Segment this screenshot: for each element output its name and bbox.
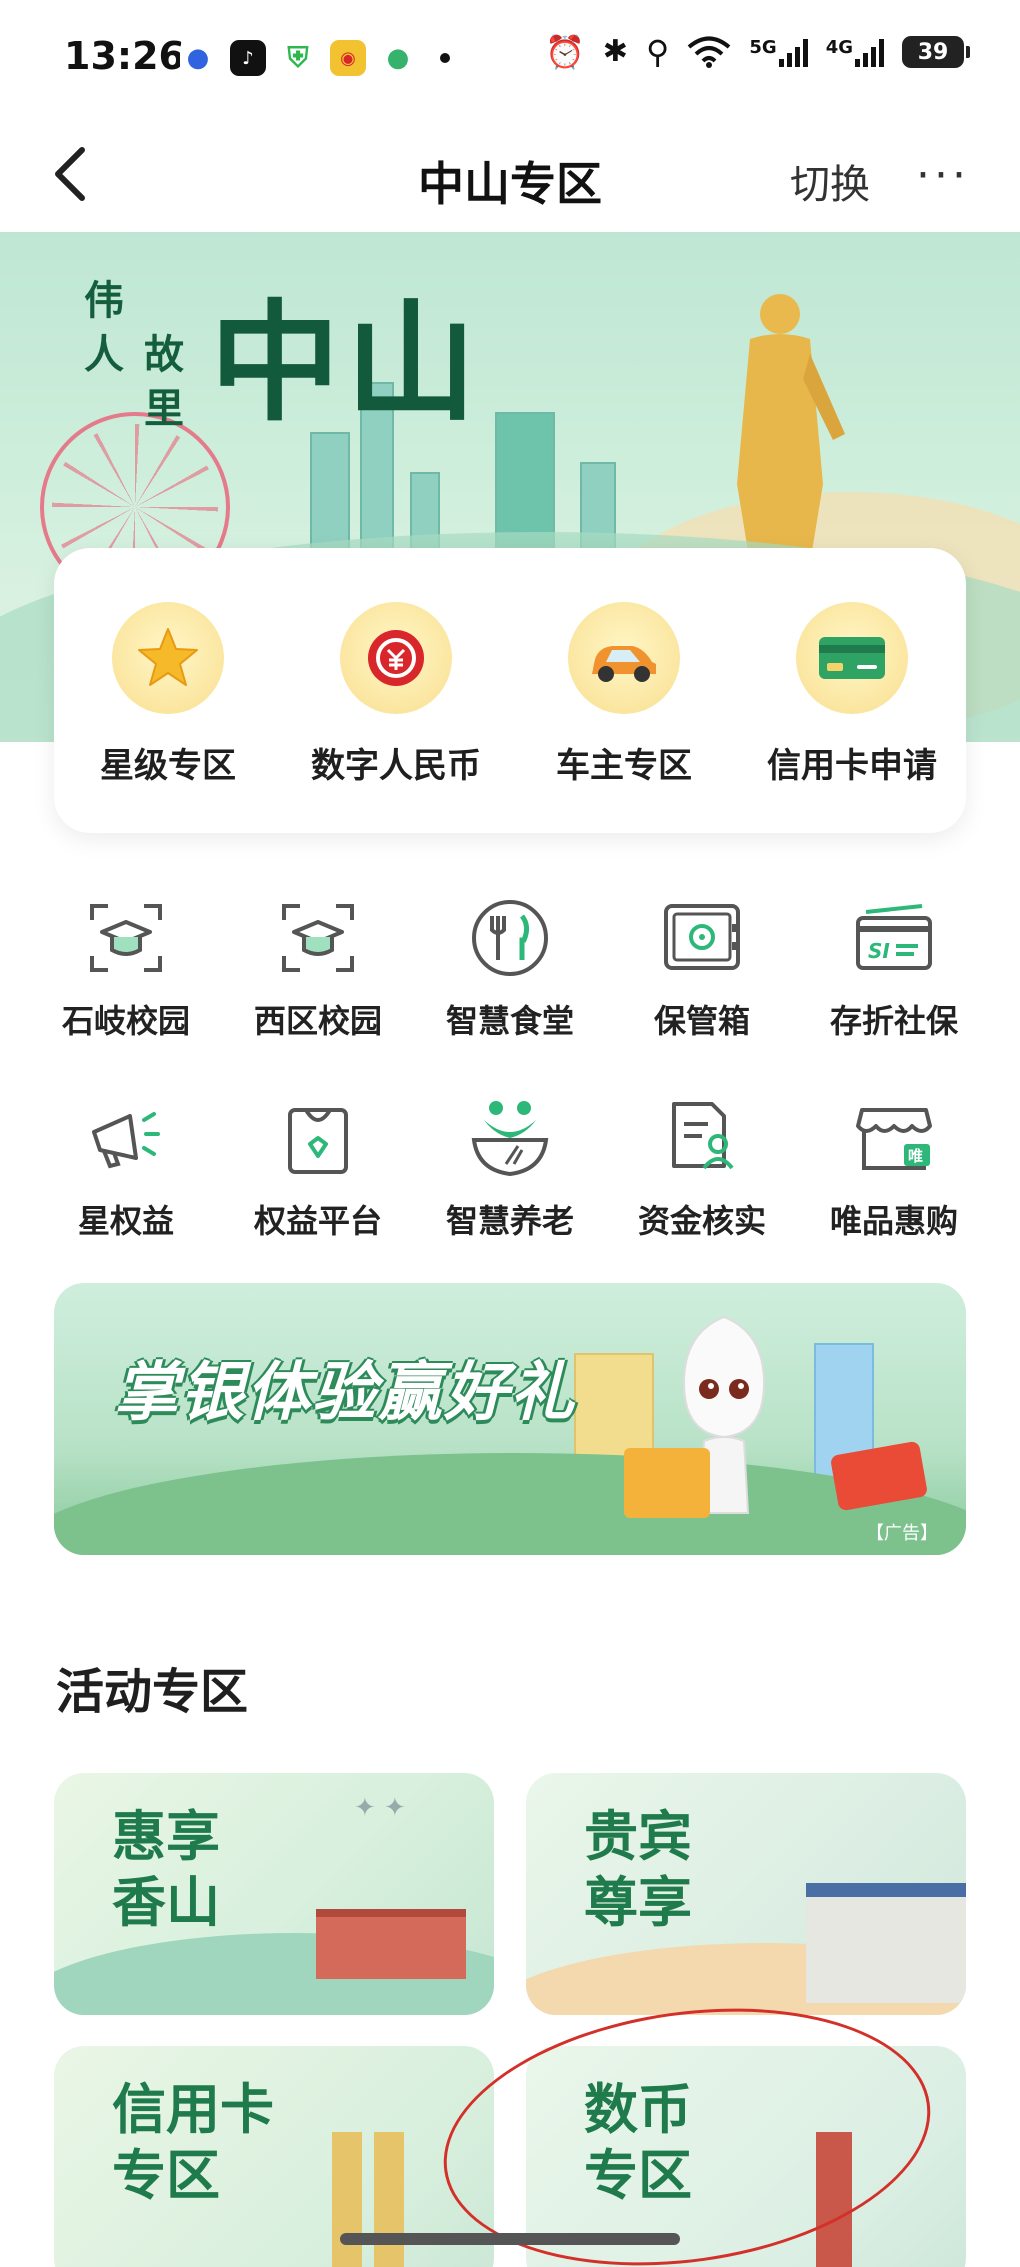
battery-icon: 39: [902, 36, 970, 68]
bluetooth-icon: ✱: [602, 34, 628, 69]
service-benefits-platform[interactable]: 权益平台: [222, 1090, 414, 1242]
service-social-security[interactable]: SI 存折社保: [798, 890, 990, 1042]
location-icon: ⚲: [645, 33, 670, 71]
cellular-4g-icon: 4G: [826, 37, 884, 67]
credit-card-icon: [796, 602, 908, 714]
net-4g-label: 4G: [825, 37, 853, 58]
elderly-care-icon: [462, 1090, 558, 1186]
service-label: 保管箱: [653, 1002, 750, 1040]
social-security-card-icon: SI: [846, 890, 942, 986]
service-smart-elderly-care[interactable]: 智慧养老: [414, 1090, 606, 1242]
svg-text:SI: SI: [868, 939, 890, 963]
activity-card-title: 惠享 香山: [112, 1803, 220, 1935]
gate-illustration: [806, 1883, 966, 2003]
activity-card-vip[interactable]: 贵宾 尊享: [526, 1773, 966, 2015]
wifi-icon: [688, 36, 731, 68]
banner-title: 掌银体验赢好礼: [114, 1356, 576, 1430]
activity-card-title: 贵宾 尊享: [584, 1803, 692, 1935]
activity-card-title-line: 专区: [112, 2143, 220, 2207]
svg-text:唯: 唯: [908, 1147, 923, 1165]
quick-action-star-zone[interactable]: 星级专区: [63, 602, 273, 833]
service-label: 权益平台: [253, 1202, 382, 1240]
hero-title: 中山: [210, 286, 483, 439]
weibo-icon: ◉: [330, 40, 366, 76]
net-5g-label: 5G: [749, 37, 777, 58]
system-status: ⏰ ✱ ⚲ 5G 4G 39: [544, 33, 970, 71]
tower-illustration: [332, 2132, 362, 2267]
service-label: 智慧食堂: [445, 1002, 574, 1040]
nav-bar: 中山专区 切换 ···: [0, 120, 1020, 232]
service-label: 唯品惠购: [829, 1202, 958, 1240]
service-safe-box[interactable]: 保管箱: [606, 890, 798, 1042]
quick-action-credit-card[interactable]: 信用卡申请: [747, 602, 957, 833]
hero-subtitle-char: 人: [84, 331, 124, 378]
tiktok-icon: ♪: [230, 40, 266, 76]
more-button[interactable]: ···: [916, 150, 970, 201]
shield-icon: ⛨: [280, 40, 316, 76]
activity-card-title: 信用卡 专区: [112, 2076, 274, 2208]
service-xiqu-campus[interactable]: 西区校园: [222, 890, 414, 1042]
activity-card-title-line: 信用卡: [112, 2077, 274, 2141]
section-title: 活动专区: [56, 1664, 249, 1720]
hero-subtitle-char: 伟: [84, 277, 124, 324]
service-label: 石岐校园: [61, 1002, 190, 1040]
digital-rmb-icon: [340, 602, 452, 714]
switch-button[interactable]: 切换: [790, 152, 870, 210]
service-label: 存折社保: [829, 1002, 958, 1040]
store-icon: 唯: [846, 1090, 942, 1186]
service-vip-shopping[interactable]: 唯 唯品惠购: [798, 1090, 990, 1242]
service-shiqi-campus[interactable]: 石岐校园: [30, 890, 222, 1042]
tower-illustration: [374, 2132, 404, 2267]
status-time: 13:26: [64, 34, 185, 78]
service-label: 智慧养老: [445, 1202, 574, 1240]
quick-action-digital-rmb[interactable]: 数字人民币: [291, 602, 501, 833]
wechat-mini-icon: ●: [380, 40, 416, 76]
car-icon: [568, 602, 680, 714]
status-bar: 13:26 ● ♪ ⛨ ◉ ● ⏰ ✱ ⚲ 5G 4G 39: [0, 0, 1020, 120]
hero-subtitle-char: 故: [144, 331, 184, 378]
quick-action-label: 信用卡申请: [767, 746, 937, 786]
crane-illustration: ✦ ✦: [354, 1793, 406, 1823]
service-star-benefits[interactable]: 星权益: [30, 1090, 222, 1242]
activity-card-title-line: 贵宾: [584, 1804, 692, 1868]
campus-cap-icon: [270, 890, 366, 986]
star-icon: [112, 602, 224, 714]
service-label: 资金核实: [637, 1202, 766, 1240]
baidu-icon: ●: [180, 40, 216, 76]
activity-card-title-line: 惠享: [112, 1804, 220, 1868]
activity-card-xiangshan[interactable]: ✦ ✦ 惠享 香山: [54, 1773, 494, 2015]
ad-label: 【广告】: [866, 1523, 938, 1544]
quick-action-label: 数字人民币: [311, 746, 481, 786]
service-grid: 石岐校园 西区校园 智慧食堂 保管箱 SI 存折社保 星权益 权益平台 智慧养老…: [30, 890, 990, 1242]
activity-card-title-line: 尊享: [584, 1870, 692, 1934]
quick-action-label: 星级专区: [100, 746, 236, 786]
quick-action-car-owner[interactable]: 车主专区: [519, 602, 729, 833]
alarm-icon: ⏰: [544, 33, 585, 71]
fork-knife-icon: [462, 890, 558, 986]
safe-box-icon: [654, 890, 750, 986]
service-label: 星权益: [77, 1202, 174, 1240]
home-indicator[interactable]: [340, 2233, 680, 2245]
more-notifications-dot: [440, 53, 450, 63]
service-fund-verification[interactable]: 资金核实: [606, 1090, 798, 1242]
megaphone-icon: [78, 1090, 174, 1186]
activity-card-title-line: 香山: [112, 1870, 220, 1934]
service-smart-canteen[interactable]: 智慧食堂: [414, 890, 606, 1042]
service-label: 西区校园: [253, 1002, 382, 1040]
historic-building-illustration: [316, 1909, 466, 1979]
quick-actions-card: 星级专区 数字人民币 车主专区 信用卡申请: [54, 548, 966, 833]
document-user-icon: [654, 1090, 750, 1186]
battery-level: 39: [917, 39, 949, 65]
cellular-5g-icon: 5G: [749, 37, 808, 67]
campus-cap-icon: [78, 890, 174, 986]
gift-box-illustration: [624, 1448, 710, 1518]
promo-banner[interactable]: 掌银体验赢好礼 【广告】: [54, 1283, 966, 1555]
notification-icons: ● ♪ ⛨ ◉ ●: [180, 40, 450, 76]
hero-subtitle-char: 里: [144, 385, 184, 432]
quick-action-label: 车主专区: [556, 746, 692, 786]
shopping-bag-icon: [270, 1090, 366, 1186]
